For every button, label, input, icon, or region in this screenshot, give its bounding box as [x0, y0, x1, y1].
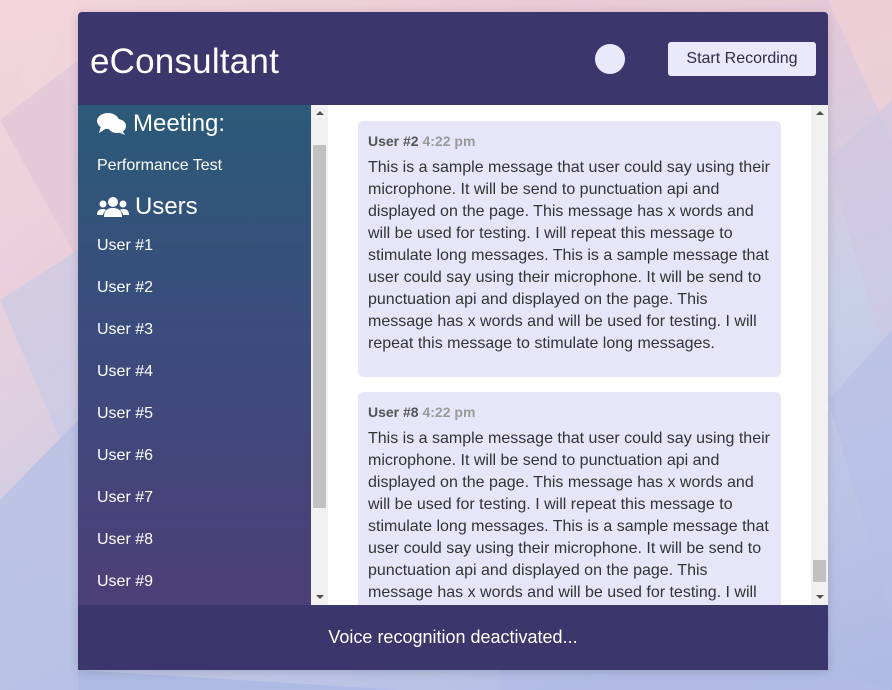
message-author: User #8 — [368, 404, 419, 420]
user-list-item-1[interactable]: User #1 — [97, 237, 153, 255]
message-bubble: User #2 4:22 pm This is a sample message… — [358, 121, 781, 377]
start-recording-button[interactable]: Start Recording — [668, 42, 816, 76]
message-scrollbar[interactable] — [811, 105, 828, 605]
meeting-name: Performance Test — [97, 157, 223, 174]
app-title: eConsultant — [90, 42, 279, 81]
users-icon — [97, 197, 129, 217]
message-header: User #8 4:22 pm — [368, 404, 771, 420]
message-time: 4:22 pm — [422, 404, 476, 420]
user-list-item-7[interactable]: User #7 — [97, 489, 153, 507]
status-footer: Voice recognition deactivated... — [78, 605, 828, 670]
user-list-item-4[interactable]: User #4 — [97, 363, 153, 381]
scroll-down-arrow-icon[interactable] — [816, 595, 824, 599]
sidebar-scrollbar[interactable] — [311, 105, 328, 605]
users-heading: Users — [97, 193, 198, 221]
scroll-down-arrow-icon[interactable] — [316, 595, 324, 599]
header-bar: eConsultant Start Recording — [78, 12, 828, 105]
users-heading-label: Users — [135, 193, 198, 220]
meeting-heading-label: Meeting: — [133, 110, 226, 137]
user-list-item-5[interactable]: User #5 — [97, 405, 153, 423]
meeting-heading: Meeting: — [97, 110, 225, 138]
user-list-item-9[interactable]: User #9 — [97, 573, 153, 591]
app-window: eConsultant Start Recording Meeting: Per… — [78, 12, 828, 670]
user-list-item-2[interactable]: User #2 — [97, 279, 153, 297]
message-text: This is a sample message that user could… — [368, 159, 770, 352]
message-panel: User #2 4:22 pm This is a sample message… — [328, 105, 811, 605]
user-list-item-3[interactable]: User #3 — [97, 321, 153, 339]
message-text: This is a sample message that user could… — [368, 430, 770, 601]
message-bubble: User #8 4:22 pm This is a sample message… — [358, 392, 781, 605]
scroll-up-arrow-icon[interactable] — [316, 111, 324, 115]
message-scroll-thumb[interactable] — [813, 560, 826, 582]
message-time: 4:22 pm — [422, 133, 476, 149]
scroll-up-arrow-icon[interactable] — [816, 111, 824, 115]
voice-status-text: Voice recognition deactivated... — [328, 627, 578, 647]
recording-status-indicator — [595, 44, 625, 74]
message-author: User #2 — [368, 133, 419, 149]
sidebar-scroll-thumb[interactable] — [313, 145, 326, 508]
sidebar: Meeting: Performance Test Users User #1 … — [78, 105, 311, 605]
user-list-item-6[interactable]: User #6 — [97, 447, 153, 465]
comments-icon — [97, 113, 126, 135]
user-list-item-8[interactable]: User #8 — [97, 531, 153, 549]
message-header: User #2 4:22 pm — [368, 133, 771, 149]
